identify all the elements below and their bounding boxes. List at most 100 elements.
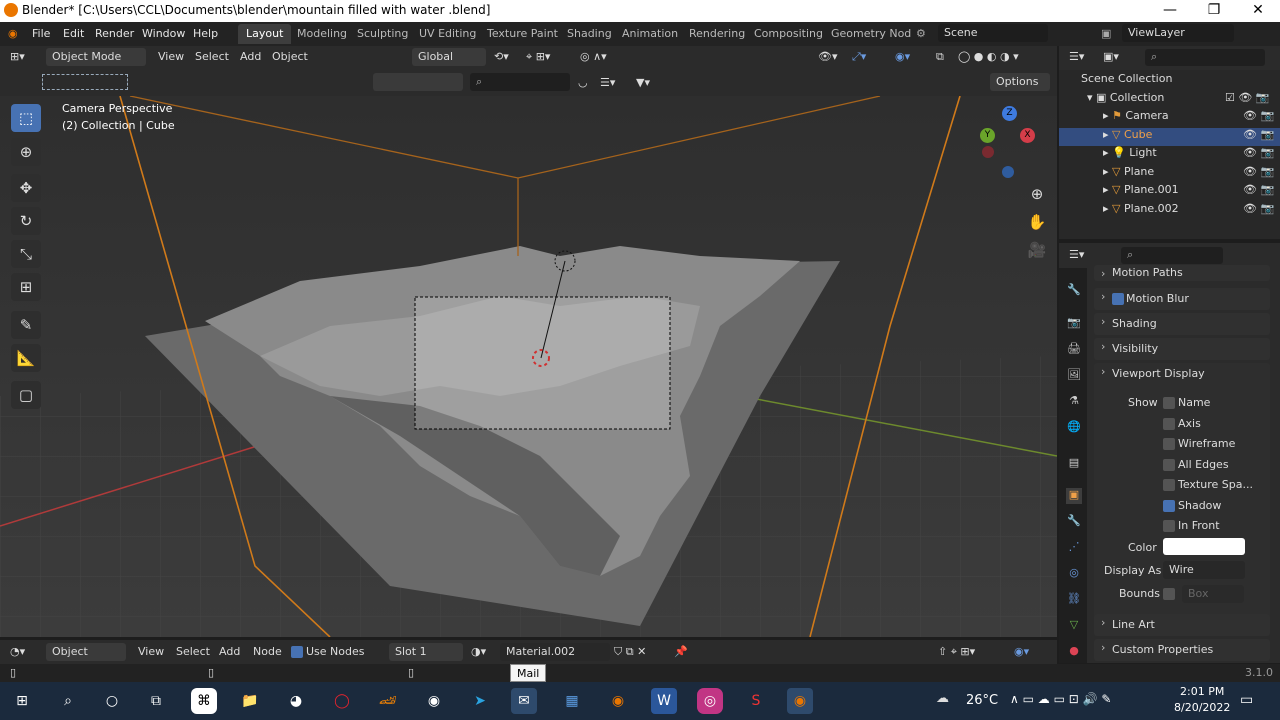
media-player-icon[interactable]: ◉ <box>421 688 447 714</box>
link-icon[interactable]: ◡ <box>578 76 588 89</box>
render-properties-icon[interactable]: 📷 <box>1066 316 1082 332</box>
viewport-menu-view[interactable]: View <box>158 50 184 63</box>
tab-shading[interactable]: Shading <box>559 24 620 44</box>
shader-menu-add[interactable]: Add <box>219 645 240 658</box>
constraints-icon[interactable]: ⛓ <box>1066 592 1082 608</box>
shading-modes-icon[interactable]: ◯ ● ◐ ◑ ▾ <box>958 50 1019 63</box>
weather-icon[interactable]: ☁ <box>936 691 949 706</box>
zoom-icon[interactable]: ⊕ <box>1022 180 1052 208</box>
item-visibility-icons[interactable]: 👁 📷 <box>1243 128 1274 141</box>
scene-selector[interactable]: Scene <box>938 24 1048 42</box>
object-properties-icon[interactable]: ▣ <box>1066 488 1082 504</box>
shading-type-buttons[interactable] <box>373 73 463 91</box>
3d-viewport[interactable]: Camera Perspective (2) Collection | Cube… <box>0 96 1057 637</box>
menu-render[interactable]: Render <box>95 27 134 40</box>
transform-tool[interactable]: ⊞ <box>11 273 41 301</box>
section-visibility[interactable]: Visibility <box>1094 338 1270 360</box>
viewport-menu-add[interactable]: Add <box>240 50 261 63</box>
outliner-display-icon[interactable]: ▣▾ <box>1103 50 1119 63</box>
opera-icon[interactable]: ◯ <box>329 688 355 714</box>
filter-icon[interactable]: ▼▾ <box>636 76 650 89</box>
fake-user-icon[interactable]: ⛉ ⧉ ✕ <box>614 645 646 659</box>
outliner-scene-collection[interactable]: Scene Collection <box>1059 72 1280 90</box>
show-in-front-checkbox[interactable] <box>1163 520 1175 532</box>
shader-type-dropdown[interactable]: Object <box>46 643 126 661</box>
navigation-gizmo[interactable]: Z Y X <box>978 106 1040 178</box>
system-tray-icons[interactable]: ∧ ▭ ☁ ▭ ⊡ 🔊 ✎ <box>1010 692 1111 706</box>
app-icon-s[interactable]: S <box>743 688 769 714</box>
data-properties-icon[interactable]: ▽ <box>1066 618 1082 634</box>
chrome-icon[interactable]: ◕ <box>283 688 309 714</box>
shader-menu-view[interactable]: View <box>138 645 164 658</box>
outliner-item-plane-002[interactable]: ▸ ▽ Plane.002 👁 📷 <box>1059 202 1280 220</box>
material-name-field[interactable]: Material.002 <box>500 643 610 661</box>
proportional-edit-icon[interactable]: ◎ ∧▾ <box>580 50 607 63</box>
properties-editor-icon[interactable]: ☰▾ <box>1069 248 1084 261</box>
item-visibility-icons[interactable]: 👁 📷 <box>1243 109 1274 122</box>
outliner-editor-icon[interactable]: ☰▾ <box>1069 50 1084 63</box>
gizmo-x-axis[interactable]: X <box>1020 128 1035 143</box>
gizmo-toggle-icon[interactable]: ⤢▾ <box>852 50 866 64</box>
shader-menu-select[interactable]: Select <box>176 645 210 658</box>
xray-icon[interactable]: ⧉ <box>936 50 944 64</box>
modifier-properties-icon[interactable]: 🔧 <box>1066 514 1082 530</box>
select-box-modes-icon[interactable] <box>42 74 128 90</box>
calculator-icon[interactable]: ▦ <box>559 688 585 714</box>
scale-tool[interactable]: ⤡ <box>11 240 41 268</box>
camera-view-icon[interactable]: 🎥 <box>1022 236 1052 264</box>
tab-layout[interactable]: Layout <box>238 24 292 44</box>
blender-taskbar-icon-2[interactable]: ◉ <box>787 688 813 714</box>
item-visibility-icons[interactable]: 👁 📷 <box>1243 183 1274 196</box>
section-motion-paths[interactable]: Motion Paths <box>1094 265 1270 281</box>
tab-modeling[interactable]: Modeling <box>289 24 355 44</box>
add-cube-tool[interactable]: ▢ <box>11 381 41 409</box>
minimize-button[interactable]: — <box>1148 0 1192 22</box>
select-box-tool[interactable]: ⬚ <box>11 104 41 132</box>
gizmo-neg-z[interactable] <box>1002 166 1014 178</box>
pivot-icon[interactable]: ⟲▾ <box>494 50 509 63</box>
game-icon[interactable]: 🏎 <box>375 688 401 714</box>
particles-icon[interactable]: ⋰ <box>1066 540 1082 556</box>
outliner-item-plane[interactable]: ▸ ▽ Plane 👁 📷 <box>1059 165 1280 183</box>
tool-properties-icon[interactable]: 🔧 <box>1066 283 1082 299</box>
cursor-tool[interactable]: ⊕ <box>11 138 41 166</box>
show-texture-space-checkbox[interactable] <box>1163 479 1175 491</box>
bounds-checkbox[interactable] <box>1163 588 1175 600</box>
pan-hand-icon[interactable]: ✋ <box>1022 208 1052 236</box>
task-view-icon[interactable]: ⧉ <box>143 688 169 714</box>
color-swatch[interactable] <box>1163 538 1245 555</box>
pin-icon[interactable]: 📌 <box>674 645 688 658</box>
menu-file[interactable]: File <box>32 27 50 40</box>
notification-icon[interactable]: ▭ <box>1240 692 1253 708</box>
clock-time[interactable]: 2:01 PM <box>1180 685 1224 698</box>
editor-type-icon[interactable]: ⊞▾ <box>10 50 25 63</box>
rotate-tool[interactable]: ↻ <box>11 207 41 235</box>
motion-blur-checkbox[interactable] <box>1112 293 1124 305</box>
collection-properties-icon[interactable]: ▤ <box>1066 456 1082 472</box>
output-properties-icon[interactable]: 🖨 <box>1066 342 1082 358</box>
show-all-edges-checkbox[interactable] <box>1163 459 1175 471</box>
outliner-item-plane-001[interactable]: ▸ ▽ Plane.001 👁 📷 <box>1059 183 1280 201</box>
material-browse-icon[interactable]: ◑▾ <box>471 645 486 658</box>
physics-icon[interactable]: ◎ <box>1066 566 1082 582</box>
menu-window[interactable]: Window <box>142 27 185 40</box>
transform-orientation[interactable]: Global <box>412 48 486 66</box>
outliner-search-input[interactable]: ⌕ <box>1145 49 1265 66</box>
show-wireframe-checkbox[interactable] <box>1163 438 1175 450</box>
tab-rendering[interactable]: Rendering <box>681 24 753 44</box>
annotate-tool[interactable]: ✎ <box>11 311 41 339</box>
tab-texture-paint[interactable]: Texture Paint <box>479 24 566 44</box>
tab-sculpting[interactable]: Sculpting <box>349 24 416 44</box>
blender-taskbar-icon-1[interactable]: ◉ <box>605 688 631 714</box>
restore-button[interactable]: ❐ <box>1192 0 1236 22</box>
gizmo-z-axis[interactable]: Z <box>1002 106 1017 121</box>
section-custom-properties[interactable]: Custom Properties <box>1094 639 1270 661</box>
material-properties-icon[interactable]: ● <box>1066 644 1082 660</box>
section-motion-blur[interactable]: Motion Blur <box>1094 288 1270 310</box>
show-axis-checkbox[interactable] <box>1163 418 1175 430</box>
parent-node-icon[interactable]: ⇧ ⌖ ⊞▾ <box>938 645 975 659</box>
viewport-search-input[interactable]: ⌕ <box>470 73 570 91</box>
layout-options-icon[interactable]: ☰▾ <box>600 76 615 89</box>
windows-start-icon[interactable]: ⊞ <box>9 688 35 714</box>
instagram-icon[interactable]: ◎ <box>697 688 723 714</box>
